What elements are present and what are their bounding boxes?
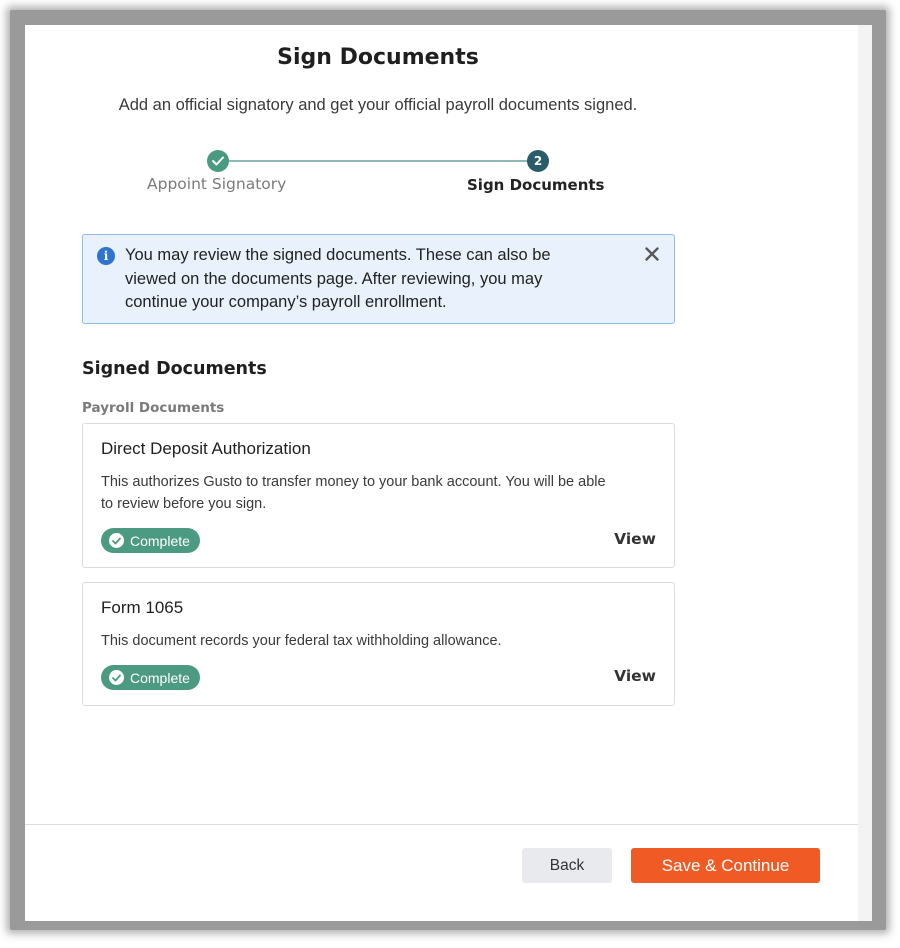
view-document-link[interactable]: View [614,530,656,548]
document-title: Direct Deposit Authorization [101,439,311,458]
check-circle-icon [109,670,124,685]
close-icon[interactable] [642,244,662,264]
group-label: Payroll Documents [82,400,225,416]
status-badge-label: Complete [130,669,190,686]
step-number-badge: 2 [527,150,549,172]
step-label-sign-documents: Sign Documents [467,176,605,194]
sign-documents-window: Sign Documents Add an official signatory… [25,25,872,921]
save-and-continue-button[interactable]: Save & Continue [631,848,820,883]
progress-stepper: Appoint Signatory 2 Sign Documents [25,149,731,209]
status-badge: Complete [101,665,200,690]
scrollbar[interactable] [858,25,872,921]
back-button[interactable]: Back [522,848,612,883]
document-description: This document records your federal tax w… [101,633,502,649]
document-card: Form 1065 This document records your fed… [82,582,675,706]
document-description: This authorizes Gusto to transfer money … [101,474,606,512]
document-card: Direct Deposit Authorization This author… [82,423,675,568]
stepper-connector [221,160,537,162]
page-subtitle: Add an official signatory and get your o… [118,96,638,114]
view-document-link[interactable]: View [614,667,656,685]
step-label-appoint-signatory[interactable]: Appoint Signatory [147,175,286,193]
page-title: Sign Documents [277,45,479,70]
status-badge-label: Complete [130,532,190,549]
step-complete-check-icon [207,150,229,172]
alert-message: You may review the signed documents. The… [125,246,551,311]
document-title: Form 1065 [101,598,184,617]
info-alert: i You may review the signed documents. T… [82,234,675,324]
footer-divider [25,824,858,825]
section-title: Signed Documents [82,359,267,379]
status-badge: Complete [101,528,200,553]
info-icon: i [97,247,115,265]
check-circle-icon [109,533,124,548]
